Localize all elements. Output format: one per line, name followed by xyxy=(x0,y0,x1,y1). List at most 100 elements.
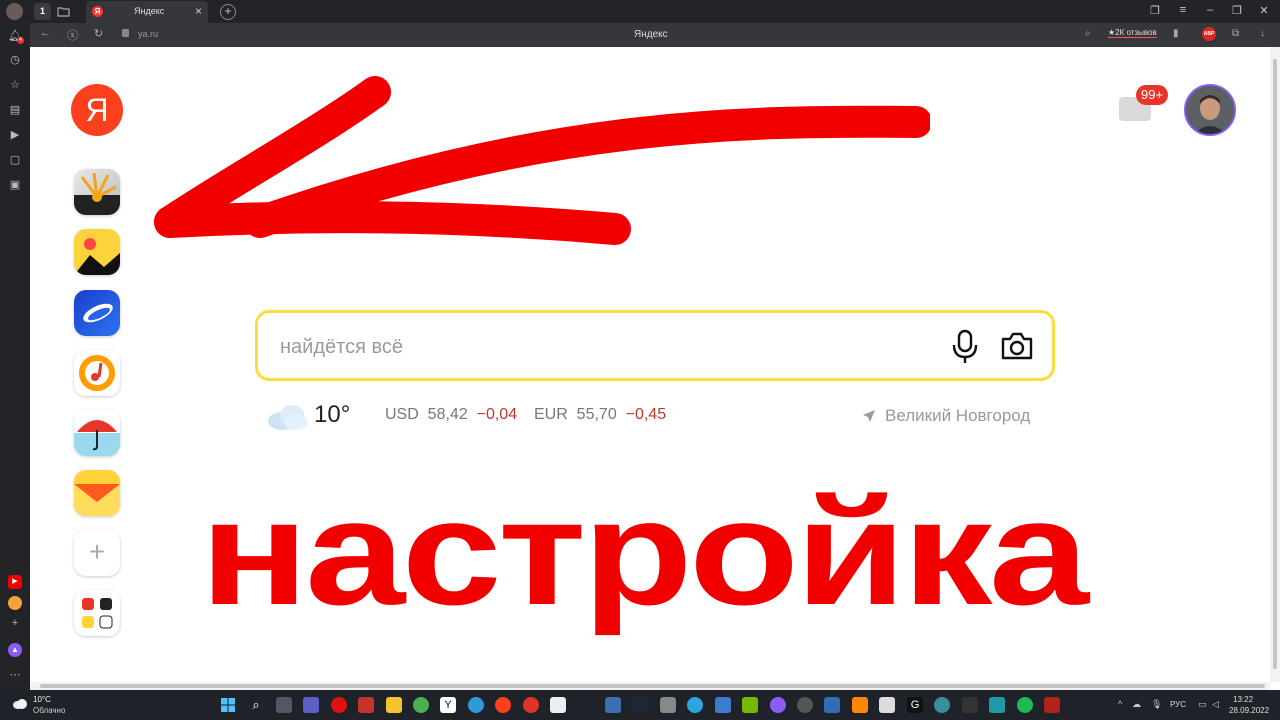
network-icon[interactable]: ▭ xyxy=(1198,699,1207,710)
close-tab-icon[interactable]: × xyxy=(195,4,202,18)
vertical-scroll-thumb[interactable] xyxy=(1273,59,1277,669)
music-app-icon[interactable] xyxy=(74,350,120,396)
tab-group-icon[interactable] xyxy=(55,3,72,20)
app-icon-5[interactable] xyxy=(989,697,1005,713)
city-link[interactable]: Великий Новгород xyxy=(885,406,1030,426)
clock-time[interactable]: 13:22 xyxy=(1233,695,1253,704)
more-icon[interactable]: ⋯ xyxy=(8,668,22,682)
lock-icon[interactable] xyxy=(122,29,129,37)
tab-count-button[interactable]: 1 xyxy=(34,3,51,20)
disk-app-icon[interactable] xyxy=(74,290,120,336)
volume-icon[interactable]: ◁ xyxy=(1212,699,1219,710)
tray-overflow-icon[interactable]: ^ xyxy=(1118,699,1122,709)
vertical-scrollbar[interactable] xyxy=(1270,47,1280,682)
nvidia-icon[interactable] xyxy=(742,697,758,713)
favorites-icon[interactable]: ☆ xyxy=(8,78,22,92)
yandex-icon[interactable] xyxy=(495,697,511,713)
collections-icon[interactable]: ▤ xyxy=(8,103,22,117)
user-avatar[interactable] xyxy=(1184,84,1236,136)
yandex-favicon-icon: Я xyxy=(92,6,103,17)
file-explorer-icon[interactable] xyxy=(386,697,402,713)
bookmark-icon[interactable]: ▮ xyxy=(1173,28,1179,39)
youtube-icon[interactable]: ▶ xyxy=(8,575,22,589)
new-tab-button[interactable]: + xyxy=(220,4,236,20)
cloud-icon xyxy=(268,405,308,430)
video-icon[interactable]: ▶ xyxy=(8,128,22,142)
horizontal-scrollbar[interactable] xyxy=(30,682,1270,690)
edge-icon[interactable] xyxy=(468,697,484,713)
search-icon[interactable]: ⌕ xyxy=(248,697,264,713)
protect-icon[interactable]: ⓢ xyxy=(67,27,78,43)
taskbar-weather-condition[interactable]: Облачно xyxy=(33,706,65,715)
app-icon-2[interactable] xyxy=(715,697,731,713)
menu-icon[interactable]: ≡ xyxy=(1176,4,1190,16)
telegram-icon[interactable] xyxy=(687,697,703,713)
language-indicator[interactable]: РУС xyxy=(1170,700,1186,709)
app-icon-3[interactable] xyxy=(934,697,950,713)
reader-icon[interactable]: ▢ xyxy=(8,153,22,167)
app-panel-icon[interactable] xyxy=(8,596,22,610)
reload-icon[interactable]: ↻ xyxy=(94,27,103,40)
search-page-icon[interactable]: ⌕ xyxy=(1085,28,1091,39)
minimize-button[interactable]: – xyxy=(1203,4,1217,16)
weather-app-icon[interactable] xyxy=(74,410,120,456)
download-icon[interactable]: ↓ xyxy=(1260,28,1265,39)
store-icon[interactable] xyxy=(550,697,566,713)
settings-gear-icon[interactable] xyxy=(797,697,813,713)
office-icon[interactable] xyxy=(358,697,374,713)
profile-icon[interactable] xyxy=(6,3,23,20)
opera-icon[interactable] xyxy=(331,697,347,713)
camera-app-icon[interactable] xyxy=(660,697,676,713)
screenshot-icon[interactable]: ▣ xyxy=(8,178,22,192)
all-services-icon[interactable] xyxy=(74,590,120,636)
alice-taskbar-icon[interactable] xyxy=(770,697,786,713)
yandex-logo[interactable]: Я xyxy=(71,84,123,136)
start-icon[interactable] xyxy=(220,697,236,713)
maximize-button[interactable]: ❐ xyxy=(1230,4,1244,17)
images-app-icon[interactable] xyxy=(74,229,120,275)
mail-app-icon[interactable] xyxy=(74,470,120,516)
usd-rate[interactable]: USD 58,42 −0,04 xyxy=(385,406,517,424)
app-icon-4[interactable] xyxy=(962,697,978,713)
spotify-icon[interactable] xyxy=(1017,697,1033,713)
yandex-browser-icon[interactable]: Y xyxy=(440,697,456,713)
red-arrow-annotation xyxy=(154,76,930,245)
mic-tray-icon[interactable]: 🎙︎ xyxy=(1151,699,1162,710)
microphone-icon[interactable] xyxy=(948,328,982,364)
history-icon[interactable]: ◷ xyxy=(8,53,22,67)
onedrive-icon[interactable]: ☁ xyxy=(1132,699,1141,710)
add-panel-icon[interactable]: + xyxy=(8,616,22,630)
chrome-icon[interactable] xyxy=(413,697,429,713)
bookmarks-window-icon[interactable]: ❐ xyxy=(1148,4,1162,17)
horizontal-scroll-thumb[interactable] xyxy=(40,684,1265,688)
camera-search-icon[interactable] xyxy=(998,328,1036,364)
add-service-button[interactable]: + xyxy=(74,530,120,576)
mail-count-badge[interactable]: 99+ xyxy=(1136,85,1169,105)
ea-icon[interactable] xyxy=(523,697,539,713)
clock-date[interactable]: 28.09.2022 xyxy=(1229,706,1269,715)
eur-rate[interactable]: EUR 55,70 −0,45 xyxy=(534,406,666,424)
tab-yandex[interactable]: Я Яндекс × xyxy=(86,1,208,23)
calculator-icon[interactable] xyxy=(879,697,895,713)
alice-icon[interactable]: ▲ xyxy=(8,643,22,657)
location-arrow-icon xyxy=(863,410,875,422)
steam-icon[interactable] xyxy=(632,697,648,713)
kinopoisk-app-icon[interactable] xyxy=(74,169,120,215)
vlc-icon[interactable] xyxy=(852,697,868,713)
adblock-icon[interactable]: ABP xyxy=(1202,27,1216,41)
task-view-icon[interactable] xyxy=(276,697,292,713)
usd-change: −0,04 xyxy=(476,406,518,423)
taskbar-cloud-icon[interactable] xyxy=(12,698,28,710)
app-icon-1[interactable] xyxy=(605,697,621,713)
taskbar-temperature[interactable]: 10°C xyxy=(33,695,51,704)
logitech-icon[interactable]: G xyxy=(907,697,923,713)
dota-icon[interactable] xyxy=(1044,697,1060,713)
teams-icon[interactable] xyxy=(303,697,319,713)
url-field[interactable]: ya.ru xyxy=(138,29,158,39)
search-input[interactable] xyxy=(278,331,902,363)
back-icon[interactable]: ← xyxy=(40,27,51,39)
extensions-icon[interactable]: ⧉ xyxy=(1232,28,1239,39)
close-window-button[interactable]: ✕ xyxy=(1257,4,1271,17)
reviews-link[interactable]: ★2К отзывов xyxy=(1108,28,1157,38)
notepad-icon[interactable] xyxy=(824,697,840,713)
